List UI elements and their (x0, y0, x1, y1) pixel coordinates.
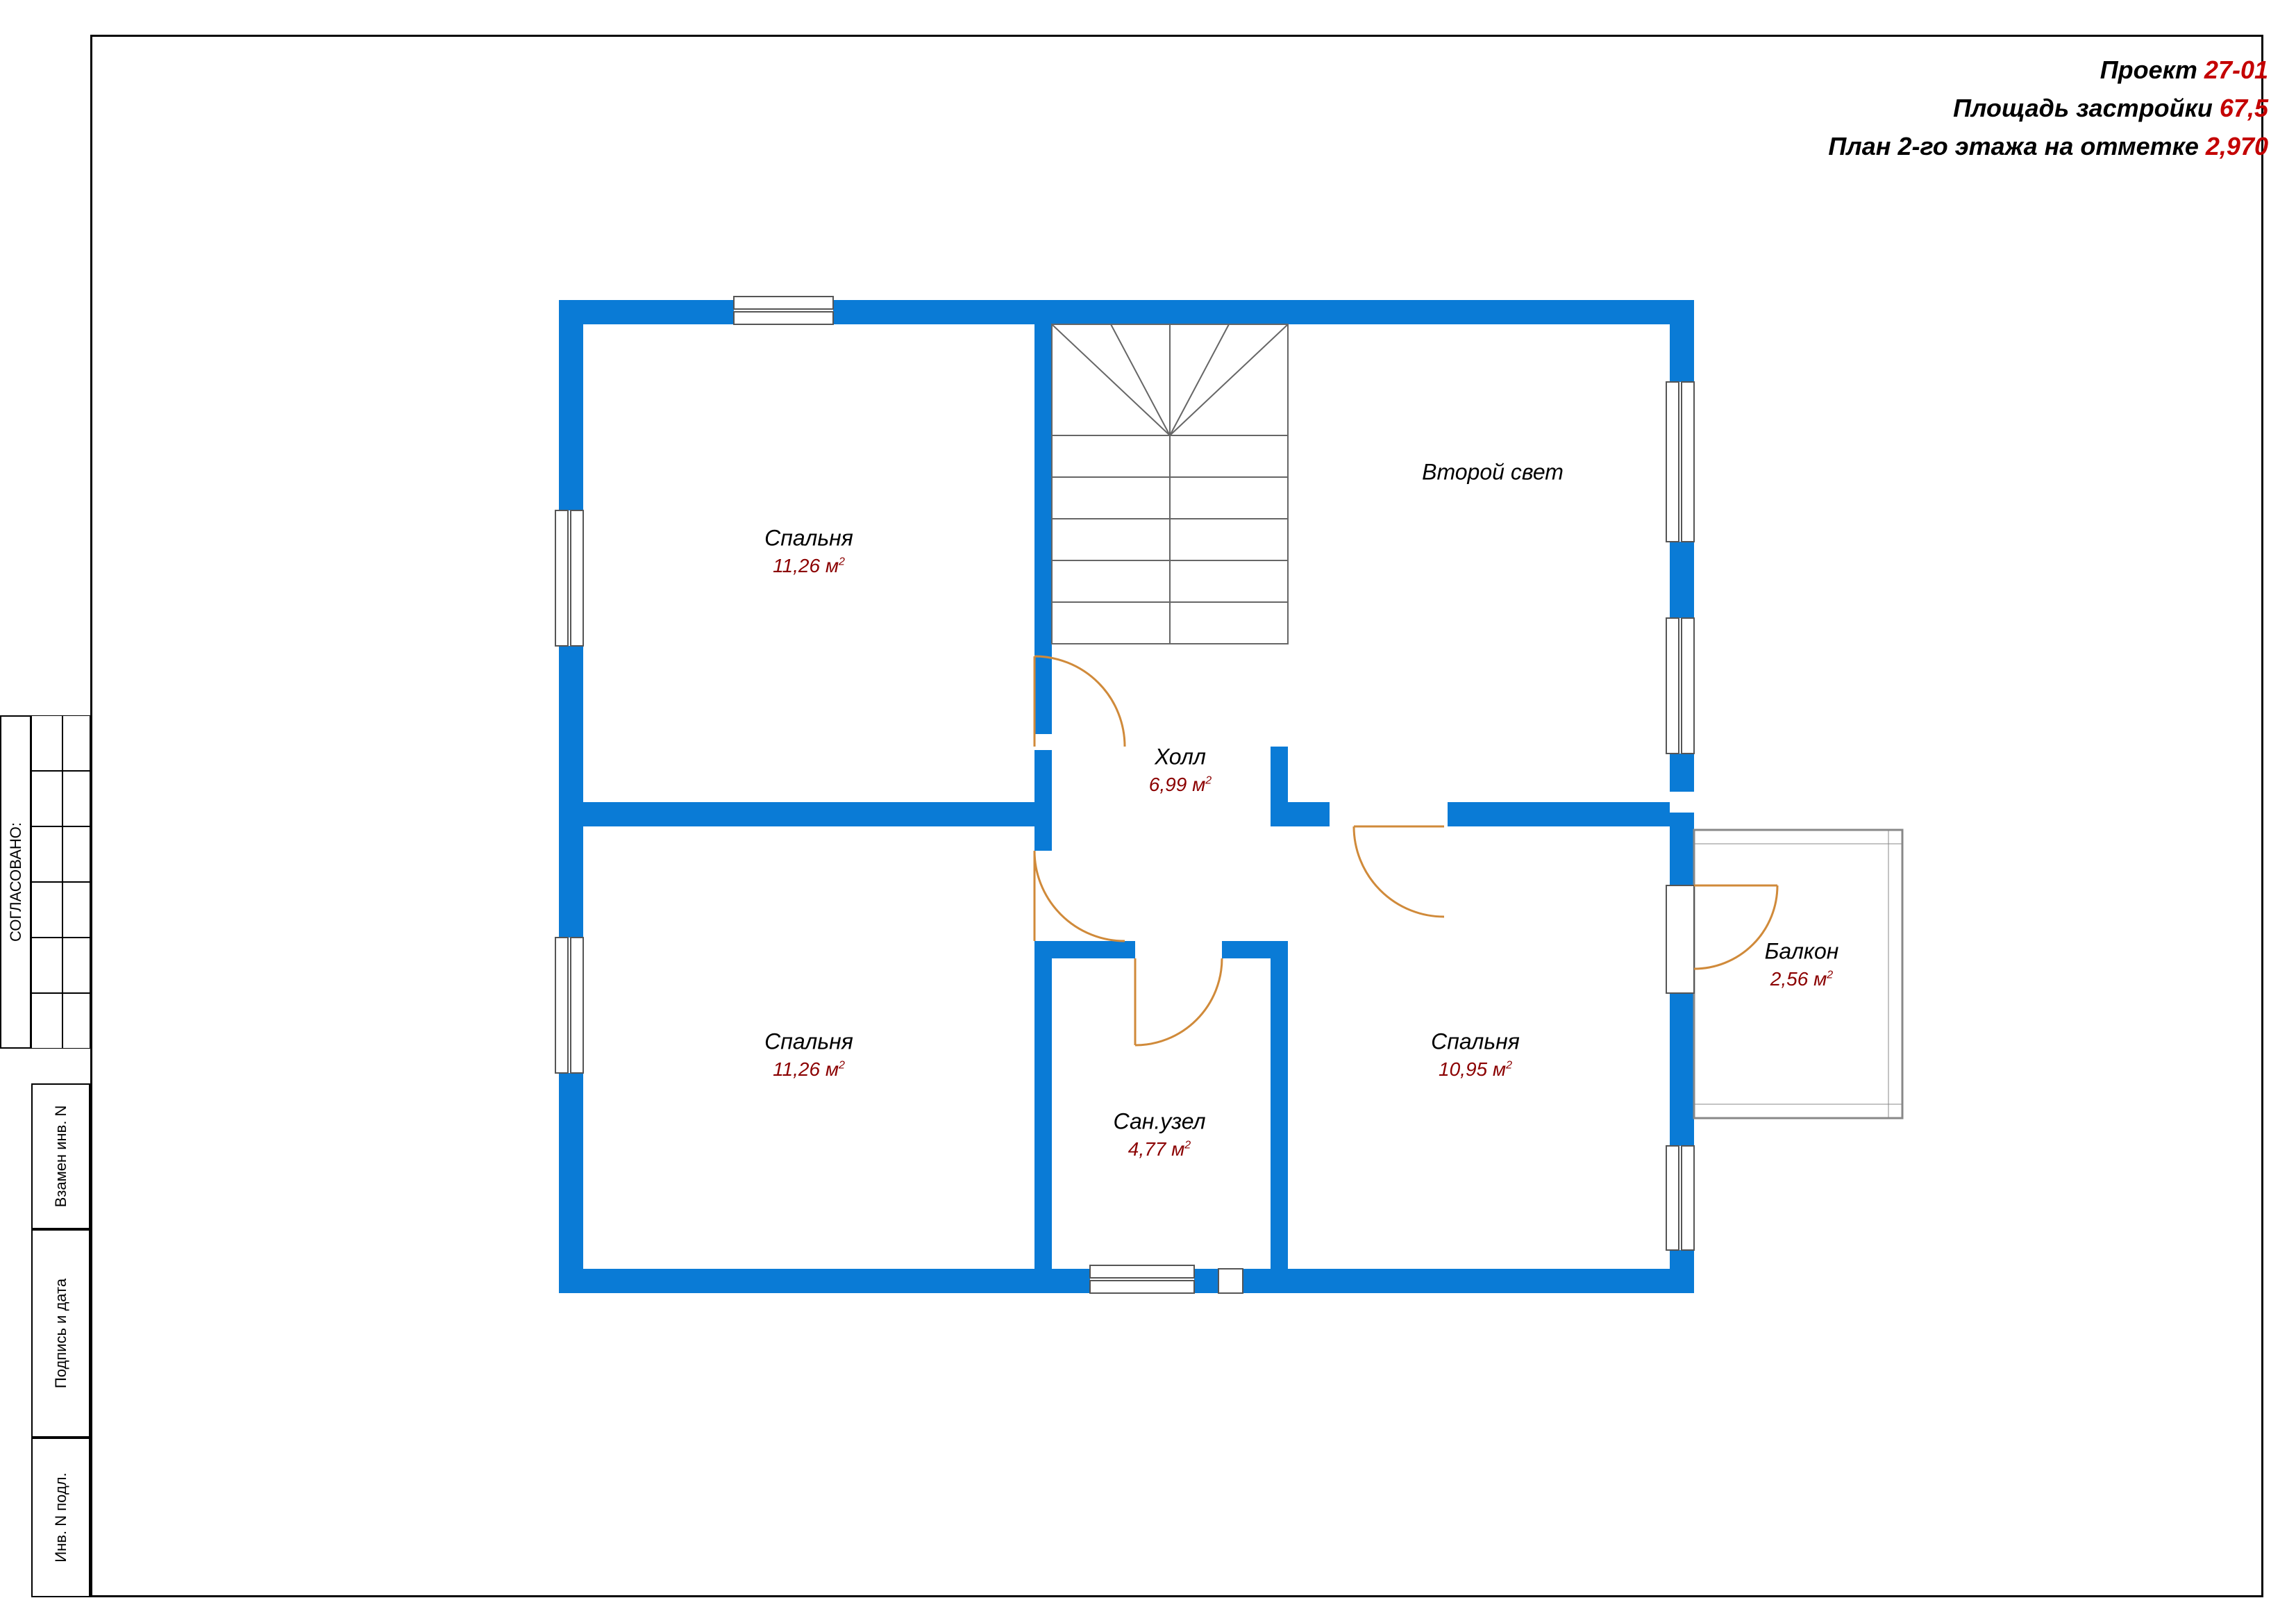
room-area-bedroom-bl: 11,26 м2 (773, 1058, 845, 1081)
room-label-void: Второй свет (1422, 460, 1564, 485)
floor-plan (0, 0, 2296, 1623)
room-area-hall: 6,99 м2 (1149, 774, 1212, 796)
room-area-bedroom-tl: 11,26 м2 (773, 555, 845, 577)
room-area-wc: 4,77 м2 (1128, 1138, 1191, 1160)
staircase (1052, 324, 1288, 644)
balcony-door (1666, 885, 1694, 993)
room-area-bedroom-br: 10,95 м2 (1439, 1058, 1512, 1081)
room-label-bedroom-bl: Спальня (764, 1029, 853, 1055)
walls (559, 300, 1694, 1293)
room-label-wc: Сан.узел (1113, 1109, 1205, 1135)
room-area-balcony: 2,56 м2 (1770, 968, 1833, 990)
room-label-balcony: Балкон (1765, 939, 1839, 965)
room-label-bedroom-tl: Спальня (764, 526, 853, 551)
openings (555, 297, 1694, 1293)
room-label-hall: Холл (1155, 744, 1206, 770)
room-label-bedroom-br: Спальня (1431, 1029, 1520, 1055)
